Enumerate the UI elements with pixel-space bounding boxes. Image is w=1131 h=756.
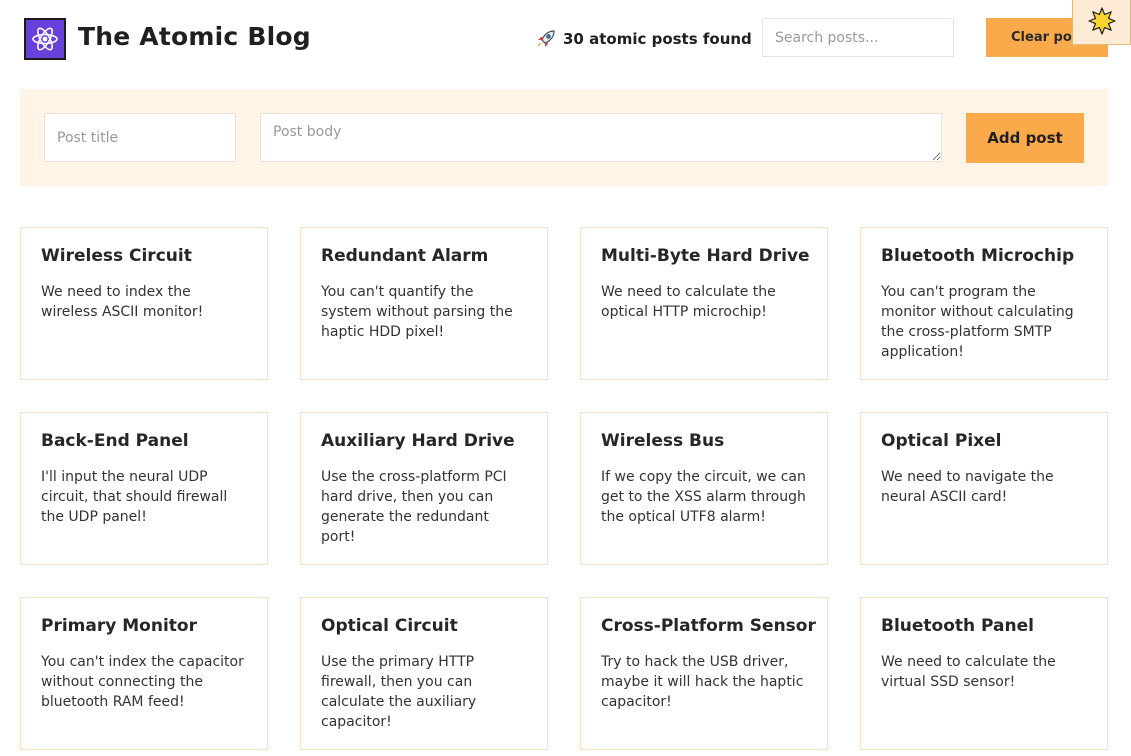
post-body: Use the cross-platform PCI hard drive, t…: [321, 469, 507, 545]
post-title: Cross-Platform Sensor: [601, 616, 816, 636]
atom-icon: [24, 18, 66, 60]
rocket-icon: [535, 28, 557, 50]
post-card: Optical Pixel We need to navigate the ne…: [860, 412, 1108, 565]
post-title: Back-End Panel: [41, 431, 189, 451]
post-card: Bluetooth Microchip You can't program th…: [860, 227, 1108, 380]
post-count-text: 30 atomic posts found: [563, 30, 752, 48]
post-title: Redundant Alarm: [321, 246, 489, 266]
post-body: We need to index the wireless ASCII moni…: [41, 284, 204, 320]
post-title: Bluetooth Panel: [881, 616, 1034, 636]
post-body: You can't program the monitor without ca…: [881, 284, 1074, 360]
post-card: Auxiliary Hard Drive Use the cross-platf…: [300, 412, 548, 565]
post-body: Use the primary HTTP firewall, then you …: [321, 654, 477, 730]
post-card: Bluetooth Panel We need to calculate the…: [860, 597, 1108, 750]
post-body: Try to hack the USB driver, maybe it wil…: [601, 654, 804, 710]
post-title: Auxiliary Hard Drive: [321, 431, 515, 451]
post-body: You can't index the capacitor without co…: [41, 654, 244, 710]
post-title: Bluetooth Microchip: [881, 246, 1075, 266]
post-count: 30 atomic posts found: [535, 28, 752, 50]
post-body: We need to calculate the virtual SSD sen…: [881, 654, 1056, 690]
post-card: Redundant Alarm You can't quantify the s…: [300, 227, 548, 380]
post-card: Cross-Platform Sensor Try to hack the US…: [580, 597, 828, 750]
post-card: Optical Circuit Use the primary HTTP fir…: [300, 597, 548, 750]
post-title: Optical Pixel: [881, 431, 1002, 451]
post-body: We need to navigate the neural ASCII car…: [881, 469, 1054, 505]
post-body: If we copy the circuit, we can get to th…: [601, 469, 806, 525]
post-card: Back-End Panel I'll input the neural UDP…: [20, 412, 268, 565]
search-input[interactable]: [762, 18, 954, 57]
sun-icon[interactable]: [1072, 0, 1131, 45]
blog-title: The Atomic Blog: [78, 22, 311, 51]
post-title: Optical Circuit: [321, 616, 458, 636]
post-body: You can't quantify the system without pa…: [321, 284, 513, 340]
posts-grid: Wireless Circuit We need to index the wi…: [20, 227, 1108, 750]
post-title: Primary Monitor: [41, 616, 197, 636]
post-title: Wireless Circuit: [41, 246, 192, 266]
post-body-input[interactable]: [260, 113, 942, 162]
post-body: We need to calculate the optical HTTP mi…: [601, 284, 776, 320]
post-card: Primary Monitor You can't index the capa…: [20, 597, 268, 750]
post-card: Wireless Circuit We need to index the wi…: [20, 227, 268, 380]
add-post-button[interactable]: Add post: [966, 113, 1084, 163]
add-post-form: Add post: [20, 89, 1108, 186]
post-title: Wireless Bus: [601, 431, 725, 451]
app-header: The Atomic Blog 30 atomic posts found Cl…: [0, 0, 1131, 80]
post-card: Multi-Byte Hard Drive We need to calcula…: [580, 227, 828, 380]
post-title: Multi-Byte Hard Drive: [601, 246, 810, 266]
post-body: I'll input the neural UDP circuit, that …: [41, 469, 228, 525]
post-card: Wireless Bus If we copy the circuit, we …: [580, 412, 828, 565]
post-title-input[interactable]: [44, 113, 236, 162]
